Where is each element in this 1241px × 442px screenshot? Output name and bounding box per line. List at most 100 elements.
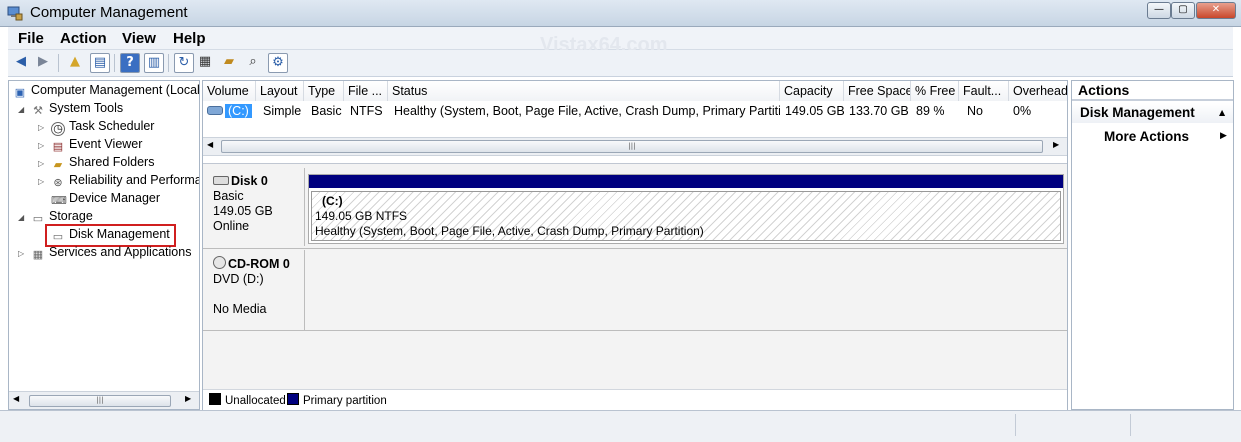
legend-primary-label: Primary partition	[303, 395, 387, 407]
hard-disk-icon	[213, 176, 229, 185]
tree-horizontal-scrollbar[interactable]: ◀ ||| ▶	[9, 391, 199, 409]
services-icon: ▦	[32, 249, 44, 261]
properties-icon[interactable]: ▦	[196, 53, 214, 71]
legend-unallocated-label: Unallocated	[225, 395, 286, 407]
tree-item-system-tools[interactable]: ⚒ System Tools	[31, 101, 123, 118]
status-bar	[0, 410, 1241, 442]
scroll-thumb[interactable]: |||	[221, 140, 1043, 153]
type-cell: Basic	[311, 104, 342, 118]
tree-item-label: Disk Management	[69, 227, 170, 241]
primary-partition-bar	[309, 175, 1063, 188]
scroll-left-arrow-icon[interactable]: ◀	[13, 394, 19, 403]
partition-c-body[interactable]: (C:) 149.05 GB NTFS Healthy (System, Boo…	[311, 191, 1061, 241]
expand-arrow-icon[interactable]: ▷	[38, 123, 44, 132]
column-header-percent-free[interactable]: % Free	[911, 81, 959, 101]
menu-action[interactable]: Action	[60, 30, 107, 47]
tree-item-event-viewer[interactable]: ▤ Event Viewer	[51, 137, 143, 154]
disk-0-state: Online	[213, 219, 250, 233]
storage-icon: ▭	[32, 213, 44, 225]
more-actions-label: More Actions	[1104, 129, 1190, 144]
column-header-layout[interactable]: Layout	[256, 81, 304, 101]
disk-0-type: Basic	[213, 189, 244, 203]
cdrom-0-title: CD-ROM 0	[213, 256, 304, 271]
collapse-arrow-icon[interactable]: ◢	[18, 105, 24, 114]
capacity-cell: 149.05 GB	[785, 104, 844, 118]
tree-item-task-scheduler[interactable]: ◷ Task Scheduler	[51, 119, 154, 136]
percent-free-cell: 89 %	[916, 104, 945, 118]
app-icon	[7, 5, 23, 21]
tree-item-label: Shared Folders	[69, 155, 155, 169]
search-icon[interactable]: ⌕	[244, 53, 262, 71]
tree-item-services[interactable]: ▦ Services and Applications	[31, 245, 192, 262]
collapse-arrow-icon[interactable]: ◢	[18, 213, 24, 222]
disk-management-pane: Volume Layout Type File ... Status Capac…	[202, 80, 1068, 410]
column-header-file-system[interactable]: File ...	[344, 81, 388, 101]
scroll-right-arrow-icon[interactable]: ▶	[1053, 140, 1059, 149]
collapse-up-icon[interactable]: ▲	[1219, 108, 1225, 117]
status-cell: Healthy (System, Boot, Page File, Active…	[394, 104, 780, 118]
refresh-icon[interactable]: ↻	[174, 53, 194, 73]
partition-c-label: (C:)	[322, 194, 343, 208]
tree-item-shared-folders[interactable]: ▰ Shared Folders	[51, 155, 155, 172]
actions-section-disk-management[interactable]: Disk Management ▲	[1072, 103, 1233, 123]
show-hide-action-pane-icon[interactable]: ▥	[144, 53, 164, 73]
partition-c[interactable]: (C:) 149.05 GB NTFS Healthy (System, Boo…	[308, 174, 1064, 244]
scroll-left-arrow-icon[interactable]: ◀	[207, 140, 213, 149]
show-hide-tree-icon[interactable]: ▤	[90, 53, 110, 73]
more-actions-item[interactable]: More Actions ▶	[1072, 127, 1233, 147]
actions-section-label: Disk Management	[1080, 105, 1195, 120]
open-folder-icon[interactable]: ▰	[220, 53, 238, 71]
scroll-thumb[interactable]: |||	[29, 395, 171, 407]
tree-item-computer-management[interactable]: ▣ Computer Management (Local	[13, 83, 199, 100]
fault-tolerance-cell: No	[967, 104, 983, 118]
status-section-divider	[1015, 414, 1016, 436]
device-manager-icon: ⌨	[51, 195, 67, 207]
settings-icon[interactable]: ⚙	[268, 53, 288, 73]
expand-arrow-icon[interactable]: ▷	[38, 141, 44, 150]
disk-0-name: Disk 0	[231, 174, 268, 188]
back-arrow-icon[interactable]: ◀	[12, 53, 30, 71]
expand-arrow-icon[interactable]: ▷	[38, 177, 44, 186]
actions-header-divider	[1072, 99, 1233, 101]
tree-item-reliability[interactable]: ⊛ Reliability and Performa	[51, 173, 199, 190]
legend-unallocated: Unallocated	[209, 393, 286, 407]
column-header-volume[interactable]: Volume	[203, 81, 256, 101]
tools-icon: ⚒	[33, 105, 43, 117]
column-header-free-space[interactable]: Free Space	[844, 81, 911, 101]
up-folder-icon[interactable]: ▲	[66, 53, 84, 71]
column-header-status[interactable]: Status	[388, 81, 780, 101]
legend-primary: Primary partition	[287, 393, 387, 407]
column-header-fault-tolerance[interactable]: Fault...	[959, 81, 1009, 101]
forward-arrow-icon[interactable]: ▶	[34, 53, 52, 71]
tree-item-disk-management[interactable]: ▭ Disk Management	[45, 224, 176, 247]
column-header-type[interactable]: Type	[304, 81, 344, 101]
column-header-overhead[interactable]: Overhead	[1009, 81, 1067, 101]
expand-arrow-icon[interactable]: ▷	[18, 249, 24, 258]
actions-pane: Actions Disk Management ▲ More Actions ▶	[1071, 80, 1234, 410]
tree-item-device-manager[interactable]: ⌨ Device Manager	[51, 191, 160, 208]
volume-list-horizontal-scrollbar[interactable]: ◀ ||| ▶	[203, 137, 1067, 156]
menu-file[interactable]: File	[18, 30, 44, 47]
menu-view[interactable]: View	[122, 30, 156, 47]
cdrom-0-header[interactable]: CD-ROM 0 DVD (D:) No Media	[205, 250, 305, 330]
primary-partition-swatch	[287, 393, 299, 405]
performance-icon: ⊛	[53, 177, 63, 189]
disk-0-header[interactable]: Disk 0 Basic 149.05 GB Online	[205, 168, 305, 246]
legend: Unallocated Primary partition	[203, 389, 1067, 410]
column-header-capacity[interactable]: Capacity	[780, 81, 844, 101]
tree-item-label: Event Viewer	[69, 137, 143, 151]
scroll-right-arrow-icon[interactable]: ▶	[185, 394, 191, 403]
help-icon[interactable]: ?	[120, 53, 140, 73]
layout-cell: Simple	[263, 104, 302, 118]
title-bar: Computer Management — ▢ ✕	[0, 0, 1241, 27]
minimize-button[interactable]: —	[1147, 2, 1171, 19]
expand-arrow-icon[interactable]: ▷	[38, 159, 44, 168]
menu-help[interactable]: Help	[173, 30, 206, 47]
close-button[interactable]: ✕	[1196, 2, 1236, 19]
maximize-button[interactable]: ▢	[1171, 2, 1195, 19]
cdrom-0-name: CD-ROM 0	[228, 257, 290, 271]
event-viewer-icon: ▤	[52, 141, 64, 153]
volume-cell[interactable]: (C:)	[203, 102, 256, 120]
tree-item-label: Services and Applications	[49, 245, 192, 259]
